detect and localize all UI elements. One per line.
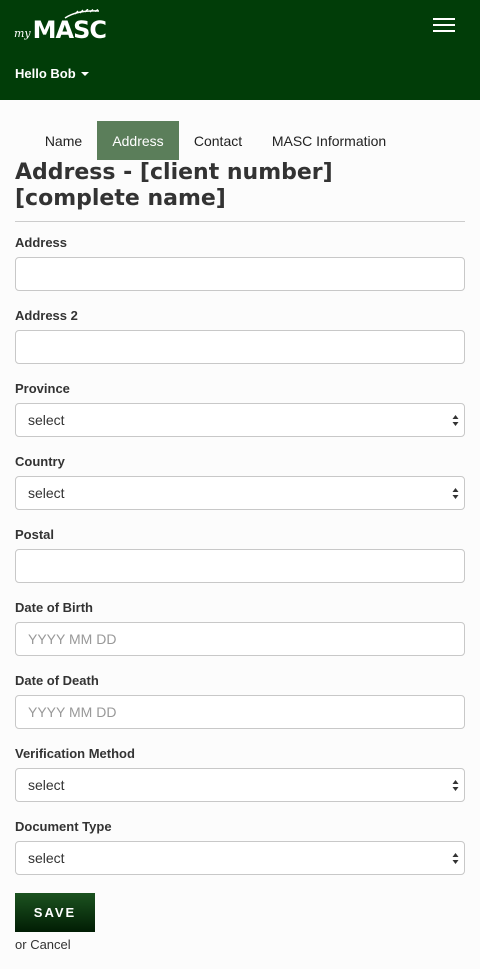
- verification-method-label: Verification Method: [15, 746, 135, 761]
- verification-method-select[interactable]: select: [15, 768, 465, 802]
- hamburger-menu-icon[interactable]: [430, 14, 458, 36]
- top-navbar: my MASC Hello Bob: [0, 0, 480, 100]
- title-divider: [15, 221, 465, 222]
- or-text: or: [15, 937, 27, 952]
- tab-address[interactable]: Address: [97, 121, 179, 160]
- logo-name: MASC: [32, 9, 107, 44]
- dod-input[interactable]: [15, 695, 465, 729]
- country-select[interactable]: select: [15, 476, 465, 510]
- cancel-line: or Cancel: [15, 937, 71, 952]
- document-type-select[interactable]: select: [15, 841, 465, 875]
- select-updown-icon: [452, 488, 459, 499]
- dob-input[interactable]: [15, 622, 465, 656]
- province-select-value: select: [28, 412, 65, 428]
- masc-logo[interactable]: my MASC: [14, 9, 107, 44]
- logo-prefix: my: [14, 27, 31, 40]
- document-type-label: Document Type: [15, 819, 112, 834]
- address2-input[interactable]: [15, 330, 465, 364]
- dod-label: Date of Death: [15, 673, 99, 688]
- postal-input[interactable]: [15, 549, 465, 583]
- address-input[interactable]: [15, 257, 465, 291]
- page-title: Address - [client number] [complete name…: [15, 160, 333, 211]
- caret-down-icon: [80, 72, 89, 76]
- tab-masc-information[interactable]: MASC Information: [257, 121, 401, 160]
- cancel-link[interactable]: Cancel: [30, 937, 70, 952]
- country-label: Country: [15, 454, 65, 469]
- tab-name[interactable]: Name: [30, 121, 97, 160]
- select-updown-icon: [452, 415, 459, 426]
- dob-label: Date of Birth: [15, 600, 93, 615]
- select-updown-icon: [452, 853, 459, 864]
- save-button[interactable]: SAVE: [15, 893, 95, 932]
- country-select-value: select: [28, 485, 65, 501]
- tab-contact[interactable]: Contact: [179, 121, 257, 160]
- select-updown-icon: [452, 780, 459, 791]
- address-label: Address: [15, 235, 68, 250]
- logo-name-text: MASC: [32, 16, 107, 44]
- greeting-text: Hello Bob: [15, 66, 76, 81]
- postal-label: Postal: [15, 527, 55, 542]
- province-select[interactable]: select: [15, 403, 465, 437]
- province-label: Province: [15, 381, 70, 396]
- verification-method-select-value: select: [28, 777, 65, 793]
- wheat-leaf-icon: [64, 9, 99, 19]
- document-type-select-value: select: [28, 850, 65, 866]
- user-menu-toggle[interactable]: Hello Bob: [15, 66, 89, 81]
- address2-label: Address 2: [15, 308, 78, 323]
